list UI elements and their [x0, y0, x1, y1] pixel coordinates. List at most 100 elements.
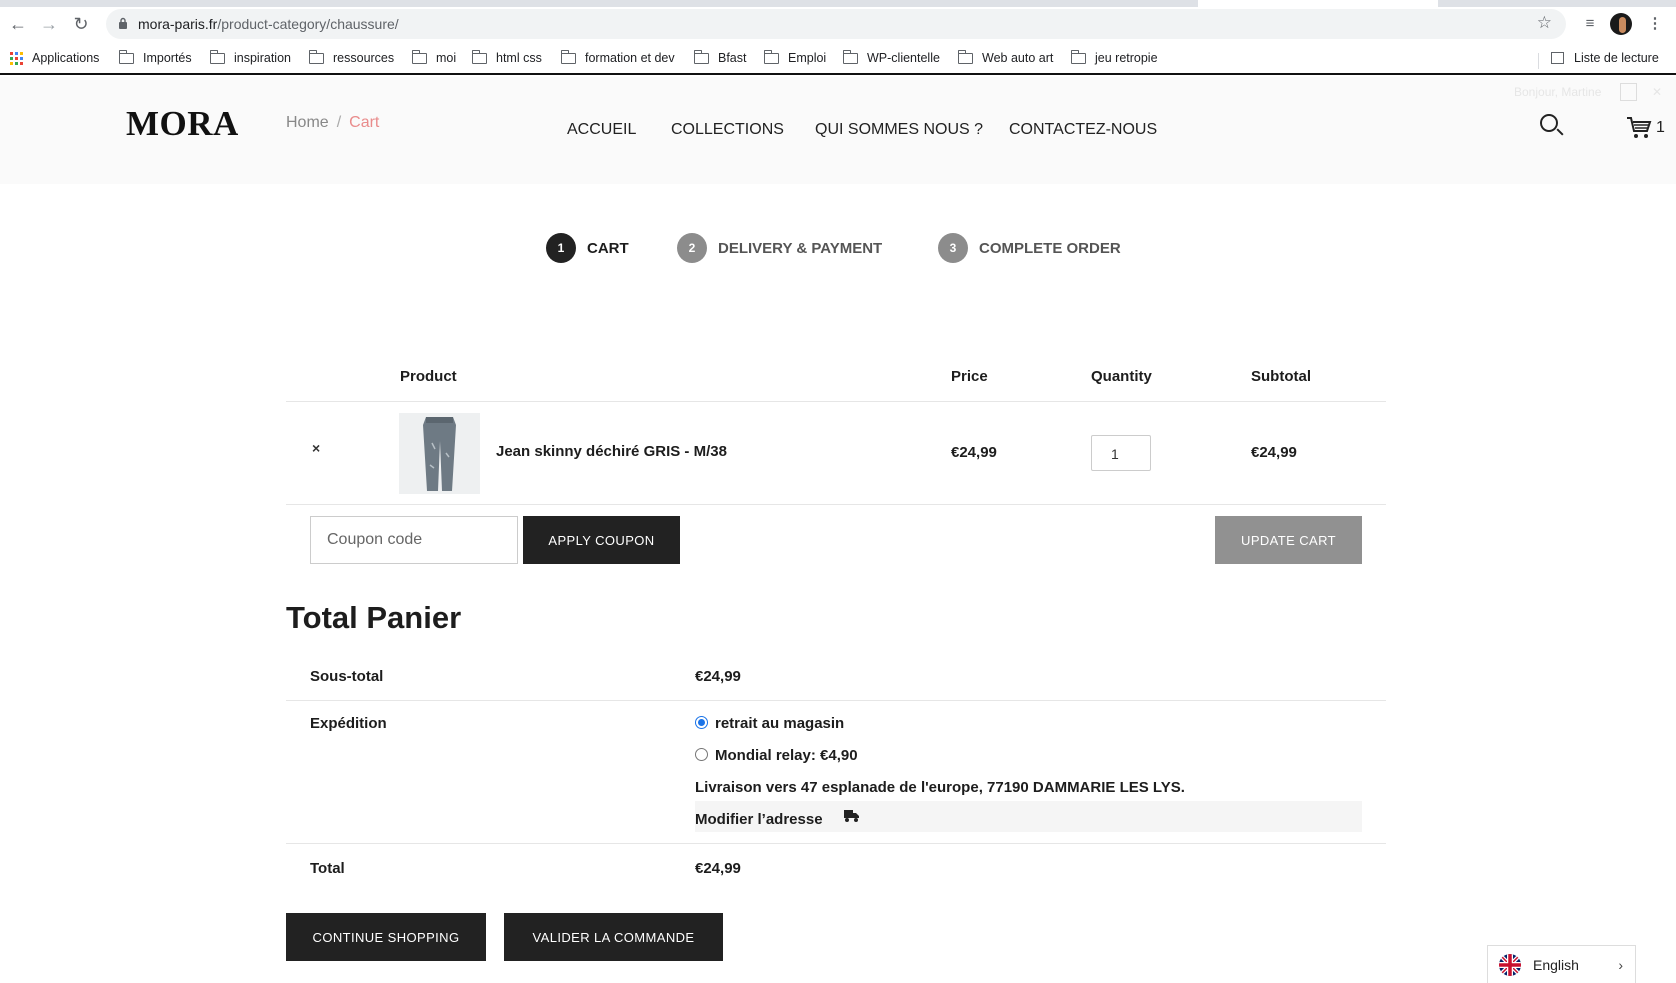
bookmark-folder-inspiration[interactable]: inspiration [209, 49, 291, 65]
address-bar[interactable]: mora-paris.fr/product-category/chaussure… [106, 9, 1566, 39]
product-thumbnail[interactable] [399, 413, 480, 494]
folder-icon [209, 49, 225, 64]
table-divider [286, 401, 1386, 402]
folder-icon [411, 49, 427, 64]
cart-count[interactable]: 1 [1656, 119, 1665, 137]
bookmark-folder-html-css[interactable]: html css [471, 49, 542, 65]
totals-divider [286, 700, 1386, 701]
breadcrumb-home[interactable]: Home [286, 114, 329, 131]
step-delivery-payment: 2 DELIVERY & PAYMENT [677, 233, 882, 263]
cart-icon[interactable] [1626, 116, 1652, 140]
column-header-price: Price [951, 368, 988, 385]
quantity-input[interactable]: 1 [1091, 435, 1151, 471]
nav-qui-sommes-nous[interactable]: QUI SOMMES NOUS ? [815, 121, 983, 139]
bookmark-folder-importes[interactable]: Importés [118, 49, 192, 65]
step-complete-order: 3 COMPLETE ORDER [938, 233, 1121, 263]
bookmark-folder-ressources[interactable]: ressources [308, 49, 394, 65]
url-text: mora-paris.fr/product-category/chaussure… [138, 16, 399, 32]
reading-list-button[interactable]: Liste de lecture [1551, 51, 1659, 65]
folder-icon [763, 49, 779, 64]
shipping-option-label[interactable]: Mondial relay: €4,90 [715, 747, 858, 764]
menu-dots-icon[interactable]: ⋮ [1643, 12, 1667, 36]
bookmark-folder-moi[interactable]: moi [411, 49, 456, 65]
table-divider [286, 504, 1386, 505]
column-header-quantity: Quantity [1091, 368, 1152, 385]
cart-totals-title: Total Panier [286, 600, 462, 635]
bookmark-star-icon[interactable]: ☆ [1537, 13, 1552, 33]
bookmark-folder-wp-clientelle[interactable]: WP-clientelle [842, 49, 940, 65]
folder-icon [308, 49, 324, 64]
step-number: 3 [938, 233, 968, 263]
chevron-right-icon: › [1618, 956, 1623, 973]
bookmark-folder-jeu-retropie[interactable]: jeu retropie [1070, 49, 1158, 65]
user-icon[interactable] [1620, 83, 1637, 101]
bookmark-folder-emploi[interactable]: Emploi [763, 49, 826, 65]
bookmark-applications[interactable]: Applications [10, 51, 99, 65]
forward-icon[interactable]: → [37, 12, 61, 36]
step-number: 1 [546, 233, 576, 263]
continue-shopping-button[interactable]: CONTINUE SHOPPING [286, 913, 486, 961]
tab-strip [0, 0, 1676, 7]
shipping-radio-mondial-relay[interactable] [695, 748, 708, 761]
shipping-radio-store-pickup[interactable] [695, 716, 708, 729]
total-value: €24,99 [695, 860, 741, 877]
bookmark-folder-web-auto-art[interactable]: Web auto art [957, 49, 1053, 65]
user-greeting[interactable]: Bonjour, Martine [1514, 85, 1601, 99]
column-header-subtotal: Subtotal [1251, 368, 1311, 385]
subtotal-label: Sous-total [310, 668, 384, 685]
search-icon[interactable] [1540, 114, 1558, 132]
site-logo[interactable]: MORA [126, 104, 239, 144]
back-icon[interactable]: ← [6, 12, 30, 36]
total-label: Total [310, 860, 345, 877]
language-switcher[interactable]: English › [1487, 945, 1636, 983]
active-tab[interactable] [1198, 0, 1438, 7]
update-cart-button[interactable]: UPDATE CART [1215, 516, 1362, 564]
bookmark-folder-formation[interactable]: formation et dev [560, 49, 675, 65]
coupon-input[interactable]: Coupon code [310, 516, 518, 564]
step-label: COMPLETE ORDER [979, 239, 1121, 257]
totals-divider [286, 843, 1386, 844]
bookmarks-bar: Applications Importés inspiration ressou… [0, 46, 1676, 75]
browser-toolbar: ← → ↻ mora-paris.fr/product-category/cha… [0, 0, 1676, 46]
breadcrumb-current: Cart [349, 114, 380, 131]
lock-icon [119, 17, 127, 29]
truck-icon[interactable] [844, 809, 859, 823]
breadcrumb-separator: / [336, 114, 342, 131]
checkout-button[interactable]: VALIDER LA COMMANDE [504, 913, 723, 961]
step-cart: 1 CART [546, 233, 629, 263]
subtotal-value: €24,99 [695, 668, 741, 685]
shipping-option-label[interactable]: retrait au magasin [715, 715, 844, 732]
bookmarks-divider [1538, 53, 1539, 69]
nav-contactez-nous[interactable]: CONTACTEZ-NOUS [1009, 121, 1157, 139]
apply-coupon-button[interactable]: APPLY COUPON [523, 516, 680, 564]
step-number: 2 [677, 233, 707, 263]
remove-item-icon[interactable]: × [312, 440, 320, 456]
reload-icon[interactable]: ↻ [69, 12, 93, 36]
delivery-address: Livraison vers 47 esplanade de l'europe,… [695, 779, 1185, 796]
step-label: DELIVERY & PAYMENT [718, 239, 883, 257]
playlist-icon[interactable]: ≡ [1578, 12, 1602, 36]
folder-icon [1070, 49, 1086, 64]
folder-icon [118, 49, 134, 64]
reading-list-icon [1551, 52, 1564, 64]
bookmark-folder-bfast[interactable]: Bfast [693, 49, 747, 65]
close-icon[interactable]: ✕ [1652, 85, 1662, 99]
language-label: English [1533, 956, 1579, 973]
profile-avatar[interactable] [1610, 13, 1632, 35]
folder-icon [957, 49, 973, 64]
folder-icon [693, 49, 709, 64]
product-subtotal: €24,99 [1251, 444, 1297, 461]
apps-grid-icon [10, 51, 23, 65]
product-name[interactable]: Jean skinny déchiré GRIS - M/38 [496, 443, 727, 460]
step-label: CART [587, 239, 629, 257]
column-header-product: Product [400, 368, 457, 385]
change-address-link[interactable]: Modifier l’adresse [695, 811, 823, 828]
nav-collections[interactable]: COLLECTIONS [671, 121, 784, 139]
uk-flag-icon [1499, 953, 1521, 976]
breadcrumb: Home / Cart [286, 114, 379, 132]
folder-icon [842, 49, 858, 64]
product-price: €24,99 [951, 444, 997, 461]
nav-accueil[interactable]: ACCUEIL [567, 121, 636, 139]
folder-icon [560, 49, 576, 64]
shipping-label: Expédition [310, 715, 387, 732]
